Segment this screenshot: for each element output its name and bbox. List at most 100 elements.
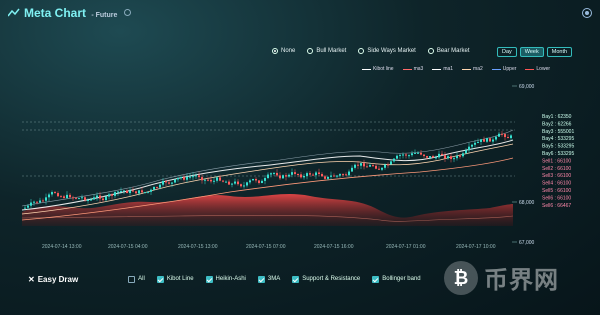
settings-icon[interactable] — [582, 8, 592, 18]
bull-candle — [123, 190, 125, 192]
bear-candle — [60, 196, 62, 198]
bull-candle — [225, 181, 227, 183]
bear-candle — [459, 155, 461, 157]
bear-candle — [240, 184, 242, 187]
bull-candle — [396, 155, 398, 159]
bear-candle — [312, 174, 314, 176]
toggle-option[interactable]: All — [128, 275, 145, 283]
checkbox-icon[interactable] — [292, 275, 300, 283]
market-mode-option[interactable]: Bull Market — [307, 48, 346, 54]
toggle-option[interactable]: Bollinger band — [372, 275, 421, 283]
timeframe-day-button[interactable]: Day — [497, 47, 517, 57]
bull-candle — [417, 152, 419, 154]
title-text: Meta Chart — [24, 6, 87, 20]
time-axis-label: 2024-07-15 13:00 — [178, 244, 218, 250]
checkbox-icon[interactable] — [257, 275, 265, 283]
bear-candle — [84, 197, 86, 201]
bear-candle — [237, 181, 239, 185]
bear-candle — [405, 154, 407, 156]
bull-candle — [306, 173, 308, 176]
bear-candle — [210, 179, 212, 182]
bull-candle — [486, 138, 488, 142]
bear-candle — [450, 156, 452, 159]
bull-candle — [351, 167, 353, 172]
market-mode-option[interactable]: Side Ways Market — [358, 48, 416, 54]
bull-candle — [114, 192, 116, 196]
bear-candle — [372, 165, 374, 167]
bear-candle — [102, 198, 104, 201]
bull-candle — [234, 181, 236, 184]
bear-candle — [321, 174, 323, 177]
easy-draw-bar: ✕ Easy Draw All Kibot Line Heikin-Ashi 3MA S… — [28, 271, 421, 287]
toggle-label: Kibot Line — [166, 276, 194, 282]
page-title: Meta Chart - Future — [24, 6, 131, 20]
bear-candle — [432, 156, 434, 158]
legend-label: Upper — [502, 66, 517, 72]
bull-candle — [303, 175, 305, 178]
market-mode-option[interactable]: Bear Market — [427, 48, 470, 54]
timeframe-month-button[interactable]: Month — [546, 47, 573, 57]
bull-candle — [171, 182, 173, 184]
bull-candle — [162, 180, 164, 185]
checkbox-icon[interactable] — [128, 275, 136, 283]
easy-draw-toggle[interactable]: ✕ Easy Draw — [28, 275, 78, 284]
bear-candle — [168, 182, 170, 184]
bear-candle — [297, 173, 299, 175]
bull-candle — [153, 186, 155, 190]
bull-candle — [117, 191, 119, 193]
bear-candle — [42, 200, 44, 202]
toggle-label: All — [138, 276, 145, 282]
bull-candle — [129, 190, 131, 194]
legend-label: ma1 — [443, 66, 454, 72]
bull-candle — [174, 179, 176, 183]
bull-candle — [465, 150, 467, 154]
easy-draw-label: Easy Draw — [37, 274, 79, 284]
bull-candle — [411, 153, 413, 156]
bull-candle — [471, 144, 473, 147]
legend-swatch — [362, 68, 371, 70]
bull-candle — [267, 174, 269, 179]
legend-label: Kibot line — [373, 66, 394, 72]
bear-candle — [132, 190, 134, 192]
toggle-label: Support & Resistance — [302, 276, 361, 282]
bull-candle — [195, 175, 197, 177]
price-chart[interactable]: 69,000 68,000 67,000 Bay1 : 62350Bay2 : 622… — [0, 80, 600, 260]
bull-candle — [384, 164, 386, 168]
checkbox-icon[interactable] — [372, 275, 380, 283]
bear-candle — [255, 178, 257, 181]
bull-candle — [270, 173, 272, 175]
bull-candle — [243, 185, 245, 187]
bull-candle — [390, 161, 392, 165]
level-label: Sell4 : 66100 — [542, 181, 571, 187]
bull-candle — [438, 153, 440, 158]
toggle-option[interactable]: Kibot Line — [156, 275, 194, 283]
legend-swatch — [432, 68, 442, 70]
bear-candle — [444, 155, 446, 159]
bull-candle — [30, 202, 32, 206]
close-icon[interactable]: ✕ — [28, 275, 35, 284]
checkbox-icon[interactable] — [205, 275, 213, 283]
level-label: Sell6 : 66467 — [542, 203, 571, 209]
bull-candle — [246, 182, 248, 186]
toggle-option[interactable]: Support & Resistance — [292, 275, 361, 283]
bull-candle — [330, 175, 332, 177]
bear-candle — [309, 173, 311, 175]
market-mode-option[interactable]: None — [272, 48, 295, 54]
bull-candle — [120, 190, 122, 192]
level-label: Bay2 : 62266 — [542, 121, 572, 127]
bear-candle — [489, 138, 491, 142]
toggle-option[interactable]: Heikin-Ashi — [205, 275, 246, 283]
info-icon[interactable] — [123, 9, 131, 16]
toggle-option[interactable]: 3MA — [257, 275, 280, 283]
bear-candle — [387, 164, 389, 166]
bear-candle — [141, 190, 143, 193]
bull-candle — [39, 200, 41, 203]
timeframe-week-button[interactable]: Week — [519, 47, 544, 57]
bear-candle — [501, 133, 503, 135]
level-label: Bay3 : 555001 — [542, 129, 574, 135]
checkbox-icon[interactable] — [156, 275, 164, 283]
bull-candle — [186, 176, 188, 180]
bear-candle — [258, 180, 260, 184]
bull-candle — [273, 172, 275, 174]
level-label: Bay4 : 533295 — [542, 136, 574, 142]
